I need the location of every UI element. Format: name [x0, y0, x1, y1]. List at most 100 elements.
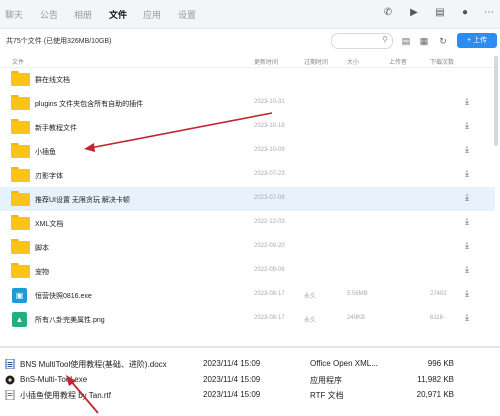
- add-member-icon[interactable]: ●: [458, 6, 472, 20]
- upload-button[interactable]: + 上传: [457, 33, 497, 48]
- explorer-file-date: 2023/11/4 15:09: [203, 390, 261, 399]
- col-size[interactable]: 大小: [347, 57, 359, 66]
- scrollbar[interactable]: [494, 56, 498, 146]
- file-name: 所有八卦完美属性.png: [35, 317, 105, 324]
- download-icon[interactable]: ⤓: [462, 264, 472, 276]
- explorer-file-name: BnS-Multi-Tool.exe: [20, 375, 88, 384]
- explorer-file-name: 小插鱼使用教程 by Tan.rtf: [20, 391, 111, 400]
- file-name: 刃影字体: [35, 173, 63, 180]
- folder-icon: [11, 143, 30, 158]
- file-expire: 永久: [304, 294, 317, 300]
- tab-chat[interactable]: 聊天: [5, 8, 23, 21]
- download-icon[interactable]: ⤓: [462, 216, 472, 228]
- download-icon[interactable]: ⤓: [462, 192, 472, 204]
- file-row[interactable]: 刃影字体 2023-07-23 ⤓: [0, 163, 495, 187]
- top-nav-bar: 聊天 公告 相册 文件 应用 设置 ✆ ▶ ▤ ● ⋯: [0, 0, 500, 29]
- explorer-row[interactable]: BnS-Multi-Tool.exe 2023/11/4 15:09 应用程序 …: [0, 374, 500, 387]
- file-date: 2022-09-06: [254, 267, 285, 273]
- col-uploader[interactable]: 上传者: [389, 57, 407, 66]
- file-row[interactable]: XML文档 2022-12-03 ⤓: [0, 211, 495, 235]
- file-name: 新手教程文件: [35, 125, 77, 132]
- folder-icon: [11, 119, 30, 134]
- exe-file-icon: ▣: [12, 288, 27, 303]
- file-row[interactable]: ▲ 所有八卦完美属性.png 2023-08-17 永久 249KB 6116 …: [0, 307, 495, 331]
- explorer-file-date: 2023/11/4 15:09: [203, 375, 261, 384]
- explorer-file-type: 应用程序: [310, 376, 342, 385]
- exe-icon: [5, 375, 15, 385]
- file-name: 宠物: [35, 269, 49, 276]
- file-date: 2023-10-09: [254, 147, 285, 153]
- explorer-file-date: 2023/11/4 15:09: [203, 359, 261, 368]
- explorer-row[interactable]: BNS MultiTool使用教程(基础、进阶).docx 2023/11/4 …: [0, 358, 500, 371]
- explorer-row[interactable]: 小插鱼使用教程 by Tan.rtf 2023/11/4 15:09 RTF 文…: [0, 389, 500, 402]
- explorer-file-name: BNS MultiTool使用教程(基础、进阶).docx: [20, 360, 167, 369]
- notes-icon[interactable]: ▤: [433, 6, 447, 20]
- file-name: 推荐UI设置 无限贪玩 解决卡顿: [35, 197, 130, 204]
- file-date: 2023-08-17: [254, 291, 285, 297]
- folder-icon: [11, 239, 30, 254]
- file-size: 249KB: [347, 315, 366, 321]
- file-row[interactable]: 宠物 2022-09-06 ⤓: [0, 259, 495, 283]
- tab-files[interactable]: 文件: [109, 8, 127, 21]
- video-icon[interactable]: ▶: [407, 6, 421, 20]
- explorer-file-type: Office Open XML...: [310, 359, 378, 368]
- folder-icon: [11, 215, 30, 230]
- file-date: 2022-12-03: [254, 219, 285, 225]
- file-date: 2023-08-17: [254, 315, 285, 321]
- phone-icon[interactable]: ✆: [381, 6, 395, 20]
- file-downloads: 27402: [430, 291, 447, 297]
- download-icon[interactable]: ⤓: [462, 96, 472, 108]
- search-icon: ⚲: [382, 35, 388, 44]
- file-row-selected[interactable]: 推荐UI设置 无限贪玩 解决卡顿 2023-07-08 ⤓: [0, 187, 495, 211]
- image-file-icon: ▲: [12, 312, 27, 327]
- file-name: XML文档: [35, 221, 64, 228]
- download-icon[interactable]: ⤓: [462, 288, 472, 300]
- file-name: 群在线文档: [35, 77, 70, 84]
- folder-icon: [11, 71, 30, 86]
- more-icon[interactable]: ⋯: [482, 6, 496, 20]
- file-count-label: 共75个文件 (已使用326MB/10GB): [6, 38, 112, 45]
- file-date: 2023-07-23: [254, 171, 285, 177]
- file-name: plugins 文件夹包含所有自助的插件: [35, 101, 144, 108]
- download-icon[interactable]: ⤓: [462, 120, 472, 132]
- file-row[interactable]: ▣ 恒营快照0816.exe 2023-08-17 永久 5.56MB 2740…: [0, 283, 495, 307]
- file-row[interactable]: plugins 文件夹包含所有自助的插件 2023-10-31 ⤓: [0, 91, 495, 115]
- folder-manage-icon[interactable]: ▤: [400, 35, 412, 47]
- file-date: 2023-10-18: [254, 123, 285, 129]
- folder-icon: [11, 191, 30, 206]
- file-date: 2022-09-20: [254, 243, 285, 249]
- tab-announcements[interactable]: 公告: [40, 8, 58, 21]
- file-expire: 永久: [304, 318, 317, 324]
- tab-apps[interactable]: 应用: [143, 8, 161, 21]
- search-input[interactable]: ⚲: [331, 33, 393, 49]
- tab-settings[interactable]: 设置: [178, 8, 196, 21]
- explorer-file-type: RTF 文档: [310, 391, 344, 400]
- grid-view-icon[interactable]: ▦: [418, 35, 430, 47]
- col-name[interactable]: 文件: [12, 57, 24, 66]
- col-downloads[interactable]: 下载次数: [430, 57, 454, 66]
- file-date: 2023-07-08: [254, 195, 285, 201]
- file-row[interactable]: 群在线文档: [0, 67, 495, 91]
- refresh-icon[interactable]: ↻: [437, 35, 449, 47]
- folder-icon: [11, 95, 30, 110]
- window-divider: [0, 346, 500, 348]
- doc-icon: [5, 358, 15, 370]
- download-icon[interactable]: ⤓: [462, 144, 472, 156]
- download-icon[interactable]: ⤓: [462, 168, 472, 180]
- file-size: 5.56MB: [347, 291, 368, 297]
- col-expire[interactable]: 过期时间: [304, 57, 328, 66]
- file-row[interactable]: 脚本 2022-09-20 ⤓: [0, 235, 495, 259]
- tab-album[interactable]: 相册: [74, 8, 92, 21]
- file-row[interactable]: 新手教程文件 2023-10-18 ⤓: [0, 115, 495, 139]
- folder-icon: [11, 263, 30, 278]
- download-icon[interactable]: ⤓: [462, 312, 472, 324]
- folder-icon: [11, 167, 30, 182]
- explorer-file-size: 11,982 KB: [417, 375, 454, 384]
- file-downloads: 6116: [430, 315, 443, 321]
- explorer-file-size: 996 KB: [427, 359, 454, 368]
- file-row[interactable]: 小插鱼 2023-10-09 ⤓: [0, 139, 495, 163]
- col-updated[interactable]: 更新时间: [254, 57, 278, 66]
- rtf-icon: [5, 389, 15, 401]
- file-name: 脚本: [35, 245, 49, 252]
- download-icon[interactable]: ⤓: [462, 240, 472, 252]
